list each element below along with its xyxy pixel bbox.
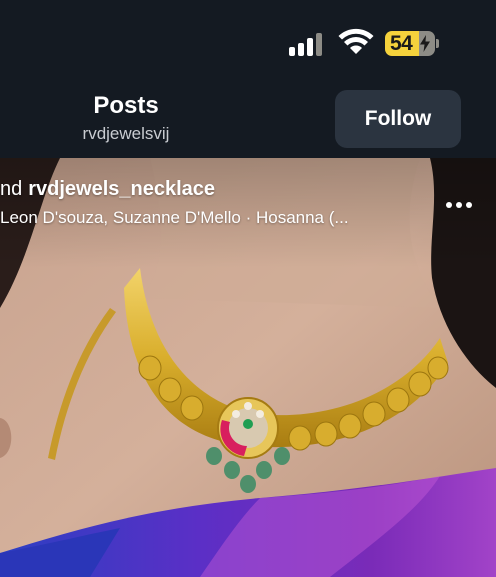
wifi-icon <box>338 28 374 54</box>
battery-charging-icon: 54 <box>385 31 435 56</box>
charging-bolt-icon <box>420 35 430 52</box>
audio-track[interactable]: Leon D'souza, Suzanne D'Mello · Hosanna … <box>0 208 349 228</box>
battery-cap <box>436 39 439 48</box>
page-title: Posts <box>93 92 159 119</box>
post-caption[interactable]: nd rvdjewels_necklace <box>0 178 215 201</box>
more-options-icon[interactable] <box>444 198 474 212</box>
status-bar: 54 <box>0 0 496 80</box>
cellular-signal-icon <box>289 32 327 56</box>
profile-username[interactable]: rvdjewelsvij <box>0 124 252 144</box>
battery-level: 54 <box>390 32 413 55</box>
caption-prefix: nd <box>0 178 23 200</box>
profile-header: Posts rvdjewelsvij Follow <box>0 80 496 158</box>
caption-account[interactable]: rvdjewels_necklace <box>28 178 215 200</box>
post-image[interactable]: nd rvdjewels_necklace Leon D'souza, Suzan… <box>0 158 496 577</box>
follow-button[interactable]: Follow <box>335 90 461 148</box>
